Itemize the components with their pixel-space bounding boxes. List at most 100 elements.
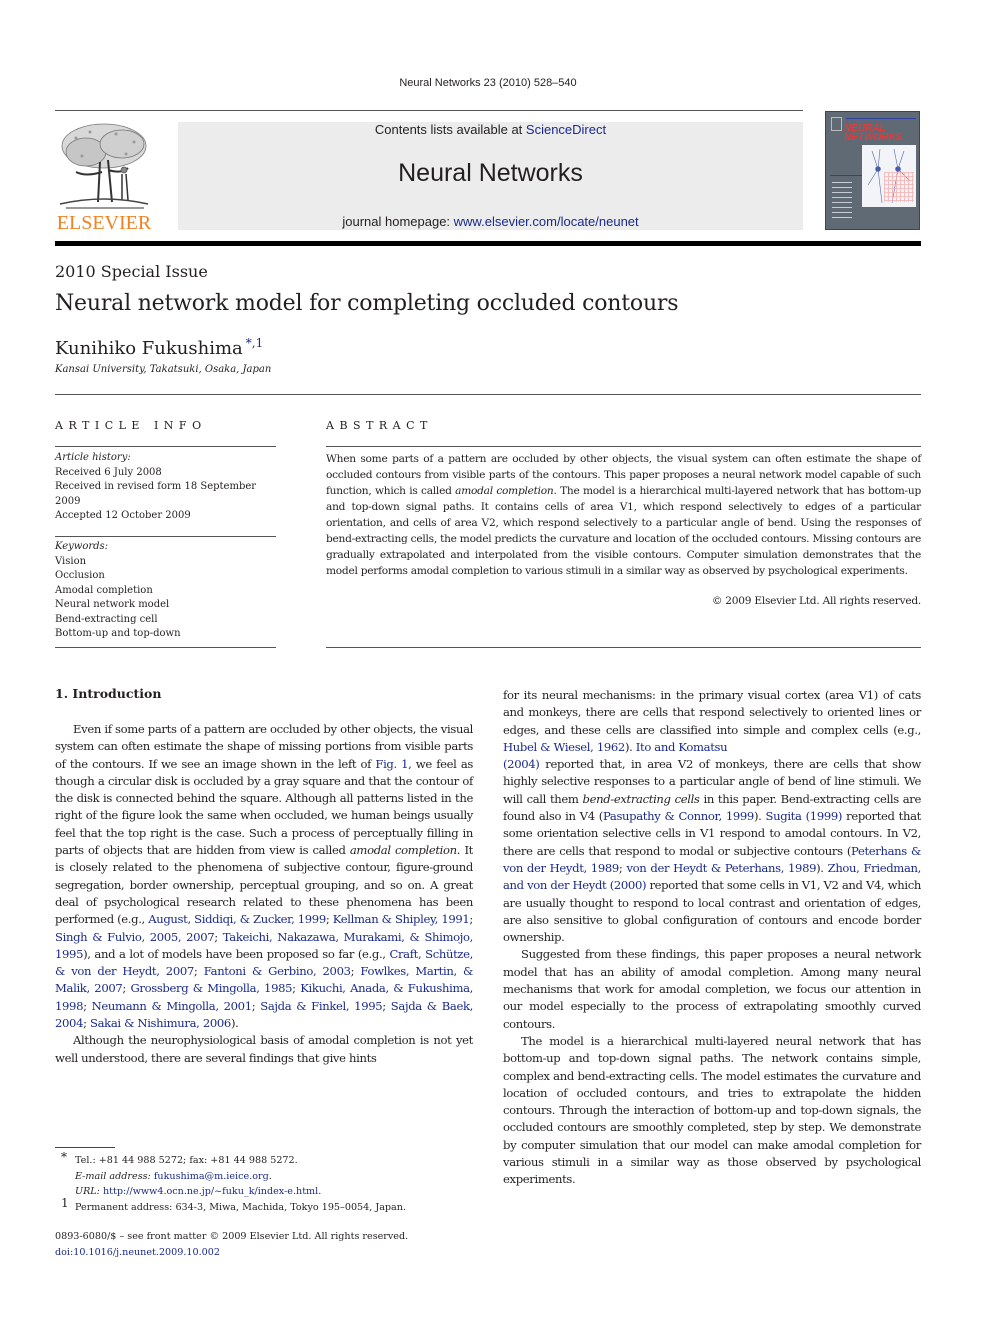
history-label: Article history:: [55, 452, 131, 463]
text: ).: [816, 860, 828, 875]
elsevier-wordmark: ELSEVIER: [56, 212, 152, 234]
footnote-email: E-mail address: fukushima@m.ieice.org.: [75, 1170, 272, 1182]
text: ), and a lot of models have been propose…: [83, 946, 390, 961]
abstract-text: When some parts of a pattern are occlude…: [326, 451, 921, 579]
text: for its neural mechanisms: in the primar…: [503, 688, 921, 737]
keyword-item: Amodal completion: [55, 584, 153, 596]
keyword-item: Occlusion: [55, 570, 105, 581]
header-rule: [55, 110, 803, 111]
citation-link[interactable]: Kellman & Shipley, 1991: [333, 912, 470, 926]
article-history: Article history: Received 6 July 2008 Re…: [55, 451, 280, 524]
abstract-rule: [326, 446, 921, 447]
citation-link[interactable]: von der Heydt & Peterhans, 1989: [626, 861, 816, 875]
text: ).: [230, 1016, 239, 1031]
citation-year-link[interactable]: (1999): [806, 809, 843, 823]
abstract-heading: ABSTRACT: [326, 419, 433, 432]
text: ).: [753, 809, 766, 824]
citation-link[interactable]: Neumann & Mingolla, 2001: [92, 999, 252, 1013]
footnotes: * Tel.: +81 44 988 5272; fax: +81 44 988…: [55, 1150, 475, 1216]
title-rule: [55, 394, 921, 395]
email-link[interactable]: fukushima@m.ieice.org: [154, 1171, 269, 1182]
author-line: Kunihiko Fukushima *,1: [55, 336, 263, 359]
keywords: Keywords: Vision Occlusion Amodal comple…: [55, 540, 280, 642]
section-heading-introduction: 1. Introduction: [55, 686, 162, 701]
paragraph: Suggested from these findings, this pape…: [503, 947, 921, 1031]
contents-prefix: Contents lists available at: [374, 122, 526, 137]
keyword-item: Vision: [55, 555, 87, 567]
affiliation: Kansai University, Takatsuki, Osaka, Jap…: [55, 364, 272, 375]
body-column-left: Even if some parts of a pattern are occl…: [55, 721, 473, 1067]
term-bend-extracting-cells: bend-extracting cells: [582, 791, 700, 806]
keywords-rule: [55, 536, 276, 537]
history-item: Accepted 12 October 2009: [55, 510, 191, 521]
body-column-right: for its neural mechanisms: in the primar…: [503, 687, 921, 1189]
citation-link[interactable]: Sakai & Nishimura, 2006: [90, 1016, 231, 1030]
doi-link[interactable]: doi:10.1016/j.neunet.2009.10.002: [55, 1245, 475, 1261]
url-label: URL:: [75, 1186, 100, 1197]
citation-link[interactable]: Ito and Komatsu: [636, 740, 728, 754]
citation-link[interactable]: Fantoni & Gerbino, 2003: [204, 964, 351, 978]
citation-year-link[interactable]: (2004): [503, 757, 540, 771]
citation-link[interactable]: Hubel & Wiesel, 1962: [503, 740, 625, 754]
journal-homepage-link[interactable]: www.elsevier.com/locate/neunet: [454, 214, 639, 229]
citation-link[interactable]: Sugita: [766, 809, 802, 823]
article-info-heading: ARTICLE INFO: [55, 419, 207, 432]
keyword-item: Neural network model: [55, 599, 170, 610]
journal-masthead: Contents lists available at ScienceDirec…: [178, 122, 803, 230]
author-name: Kunihiko Fukushima: [55, 338, 243, 359]
author-footnote-marks[interactable]: *,1: [246, 336, 263, 350]
journal-name: Neural Networks: [398, 159, 583, 187]
footnote-permanent-address: Permanent address: 634-3, Miwa, Machida,…: [75, 1201, 407, 1213]
elsevier-tree-icon: [59, 123, 149, 209]
footnote-star: * Tel.: +81 44 988 5272; fax: +81 44 988…: [55, 1150, 475, 1200]
history-item: Received in revised form 18 September 20…: [55, 481, 257, 507]
citation-link[interactable]: Singh & Fulvio, 2005, 2007: [55, 930, 215, 944]
keyword-item: Bottom-up and top-down: [55, 628, 181, 639]
sciencedirect-link[interactable]: ScienceDirect: [526, 122, 606, 137]
front-matter: 0893-6080/$ – see front matter © 2009 El…: [55, 1229, 475, 1260]
keyword-item: Bend-extracting cell: [55, 613, 158, 625]
footnote-marker-star: *: [61, 1150, 67, 1164]
history-item: Received 6 July 2008: [55, 466, 162, 478]
article-info-bottom-rule: [55, 647, 276, 648]
masthead-thick-rule: [55, 241, 921, 246]
journal-cover-image[interactable]: NEURAL NETWORKS: [825, 111, 920, 230]
text: ).: [624, 739, 636, 754]
issn-line: 0893-6080/$ – see front matter © 2009 El…: [55, 1231, 409, 1242]
special-issue-label: 2010 Special Issue: [55, 262, 208, 281]
abstract-text-part: . The model is a hierarchical multi-laye…: [326, 485, 921, 577]
figure-link[interactable]: Fig. 1: [375, 757, 408, 771]
cover-title: NEURAL NETWORKS: [844, 124, 903, 143]
cover-rule-2: [830, 175, 862, 176]
homepage-line: journal homepage: www.elsevier.com/locat…: [178, 214, 803, 229]
citation-link[interactable]: Sajda & Finkel, 1995: [260, 999, 382, 1013]
paragraph: Although the neurophysiological basis of…: [55, 1033, 473, 1065]
abstract-term-amodal: amodal completion: [455, 485, 554, 497]
article-info-rule: [55, 446, 276, 447]
cover-logo-box: [831, 117, 842, 131]
citation-year-link[interactable]: (2000): [610, 878, 647, 892]
homepage-prefix: journal homepage:: [342, 214, 454, 229]
citation-link[interactable]: Grossberg & Mingolla, 1985: [130, 981, 292, 995]
cover-rule: [846, 118, 916, 119]
cover-grid: [884, 172, 914, 202]
homepage-url-link[interactable]: http://www4.ocn.ne.jp/~fuku_k/index-e.ht…: [103, 1186, 318, 1197]
email-label: E-mail address:: [75, 1170, 151, 1182]
footnote-one: 1 Permanent address: 634-3, Miwa, Machid…: [55, 1196, 475, 1216]
contents-line: Contents lists available at ScienceDirec…: [178, 122, 803, 137]
running-head: Neural Networks 23 (2010) 528–540: [399, 77, 577, 89]
article-title: Neural network model for completing occl…: [55, 291, 679, 316]
text: , we feel as though a circular disk is o…: [55, 756, 473, 858]
cover-title-line2: NETWORKS: [844, 132, 903, 143]
term-amodal-completion: amodal completion: [349, 843, 457, 858]
paragraph: Even if some parts of a pattern are occl…: [55, 722, 473, 1031]
paragraph: for its neural mechanisms: in the primar…: [503, 687, 921, 946]
cover-contents-list: [832, 182, 852, 222]
elsevier-logo[interactable]: ELSEVIER: [54, 122, 154, 234]
footnote-rule: [55, 1147, 115, 1148]
footnote-marker-1: 1: [61, 1195, 69, 1210]
citation-link[interactable]: Pasupathy & Connor, 1999: [603, 809, 754, 823]
keywords-label: Keywords:: [55, 541, 109, 552]
abstract-copyright: © 2009 Elsevier Ltd. All rights reserved…: [711, 595, 921, 607]
citation-link[interactable]: August, Siddiqi, & Zucker, 1999: [148, 912, 326, 926]
